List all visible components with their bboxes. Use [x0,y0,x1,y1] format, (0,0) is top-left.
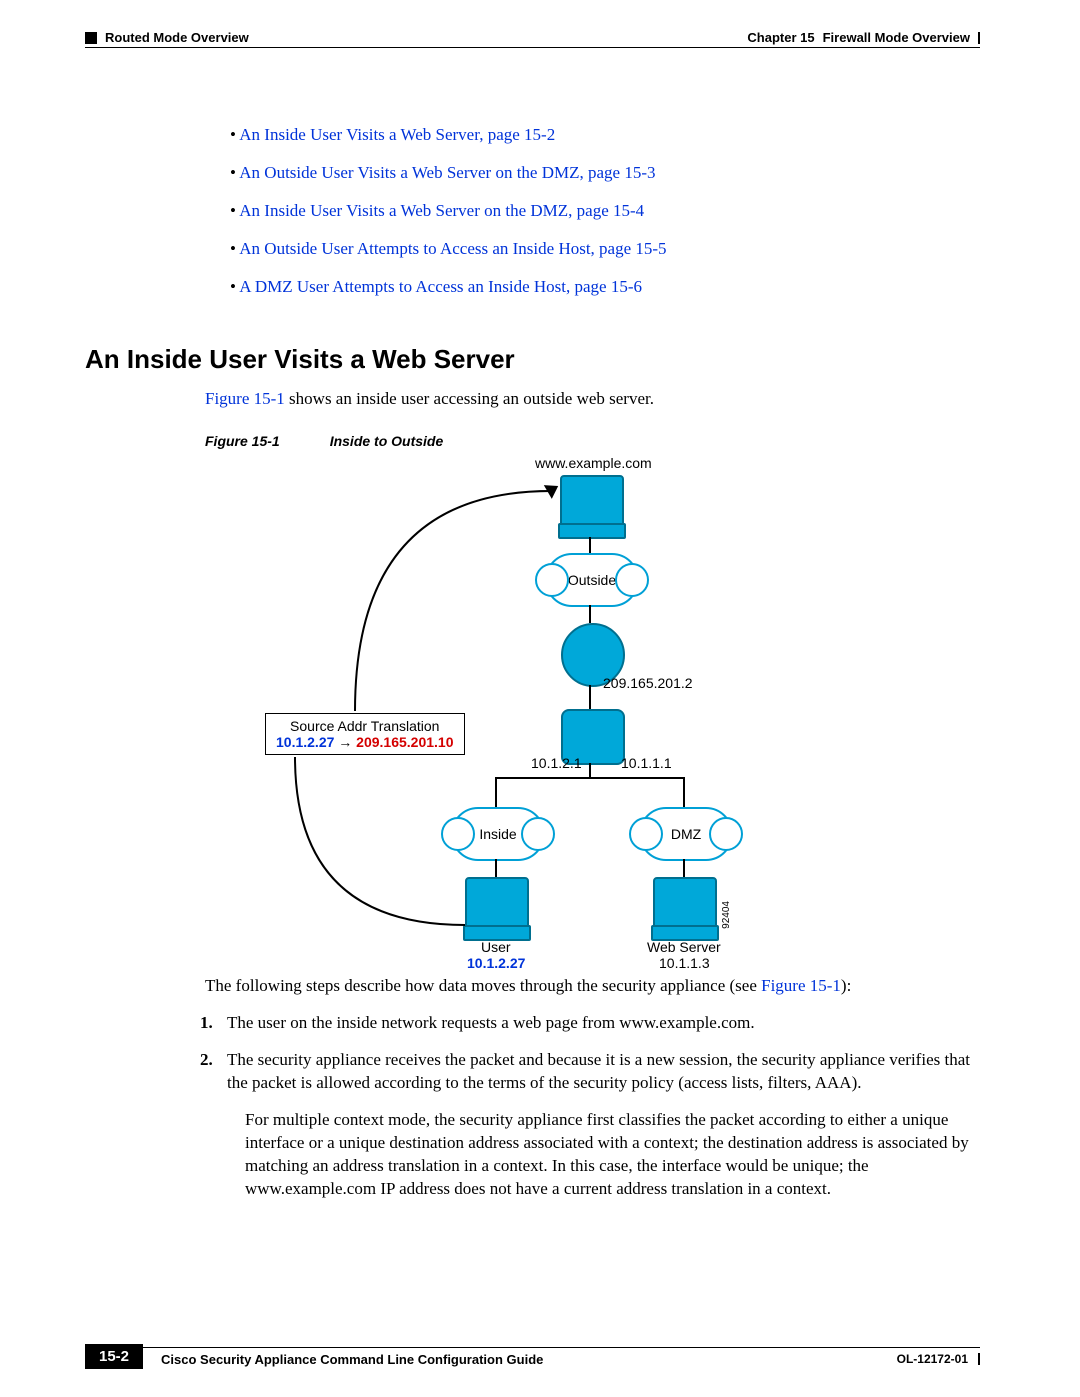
toc-item[interactable]: An Outside User Attempts to Access an In… [230,232,980,266]
step-item: The security appliance receives the pack… [217,1049,980,1095]
toc-item[interactable]: A DMZ User Attempts to Access an Inside … [230,270,980,304]
traffic-arrow-icon [205,455,905,955]
steps-list: The user on the inside network requests … [217,1012,980,1095]
footer-rule-icon [978,1353,980,1365]
toc-item[interactable]: An Inside User Visits a Web Server, page… [230,118,980,152]
header-title: Firewall Mode Overview [823,30,970,45]
user-ip: 10.1.2.27 [467,955,525,971]
server-ip: 10.1.1.3 [659,955,710,971]
header-rule-icon [978,32,980,44]
section-intro: Figure 15-1 shows an inside user accessi… [205,389,980,409]
page-number-badge: 15-2 [85,1344,143,1369]
step-2-extra: For multiple context mode, the security … [245,1109,980,1201]
figure-ref-link[interactable]: Figure 15-1 [205,389,285,408]
figure-caption: Figure 15-1 Inside to Outside [205,433,980,449]
steps-intro-end: ): [841,976,851,995]
section-title: An Inside User Visits a Web Server [85,344,980,375]
network-diagram: www.example.com Outside 209.165.201.2 10… [205,455,905,955]
figure-caption-text: Inside to Outside [330,433,444,449]
page-footer: 15-2 Cisco Security Appliance Command Li… [85,1344,980,1369]
header-chapter: Chapter 15 [747,30,814,45]
figure-label: Figure 15-1 [205,433,280,449]
toc-list: An Inside User Visits a Web Server, page… [230,118,980,304]
footer-doc-code: OL-12172-01 [897,1352,968,1366]
toc-item[interactable]: An Outside User Visits a Web Server on t… [230,156,980,190]
figure-ref-link[interactable]: Figure 15-1 [761,976,841,995]
intro-text: shows an inside user accessing an outsid… [285,389,654,408]
page-header: Routed Mode Overview Chapter 15 Firewall… [85,30,980,48]
steps-intro-text: The following steps describe how data mo… [205,976,761,995]
toc-item[interactable]: An Inside User Visits a Web Server on th… [230,194,980,228]
steps-intro: The following steps describe how data mo… [205,975,980,998]
header-left-text: Routed Mode Overview [105,30,249,45]
footer-guide-title: Cisco Security Appliance Command Line Co… [161,1352,543,1367]
header-square-icon [85,32,97,44]
step-item: The user on the inside network requests … [217,1012,980,1035]
